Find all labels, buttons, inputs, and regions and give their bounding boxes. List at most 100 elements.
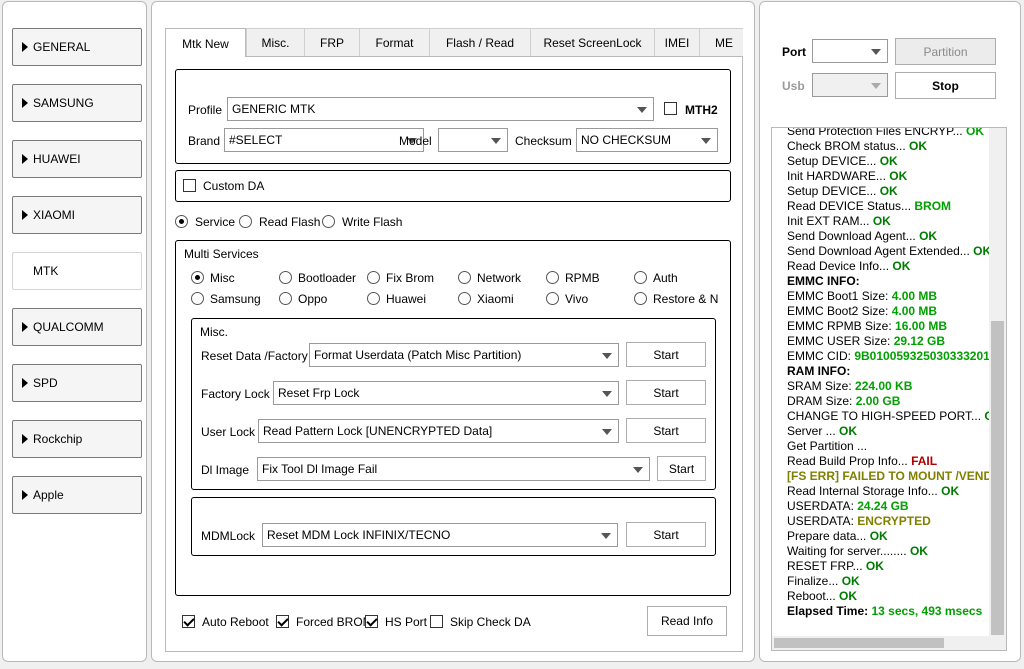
log-status: 16.00 MB [895,319,948,333]
log-line: Server ... OK [787,424,992,439]
tab-me[interactable]: ME [699,28,743,57]
service-radio-auth[interactable] [634,271,647,284]
service-radio-oppo[interactable] [279,292,292,305]
log-status: ENCRYPTED [857,514,931,528]
nav-item-apple[interactable]: Apple [12,476,142,514]
nav-item-general[interactable]: GENERAL [12,28,142,66]
misc-row-select[interactable]: Reset Frp Lock [273,381,619,405]
multi-services-title: Multi Services [184,247,259,261]
nav-item-qualcomm[interactable]: QUALCOMM [12,308,142,346]
option-checkbox-skip-check-da[interactable] [430,615,443,628]
nav-item-label: XIAOMI [33,208,76,222]
option-checkbox-auto-reboot[interactable] [182,615,195,628]
misc-row-start-button[interactable]: Start [626,380,706,405]
chevron-down-icon [491,138,501,144]
nav-item-label: SAMSUNG [33,96,94,110]
custom-da-checkbox[interactable] [183,179,196,192]
custom-da-group: Custom DA [175,170,731,202]
nav-item-rockchip[interactable]: Rockchip [12,420,142,458]
service-radio-samsung[interactable] [191,292,204,305]
log-horizontal-scrollbar[interactable] [772,636,991,650]
mode-radio-write-flash[interactable] [322,215,335,228]
service-radio-rpmb[interactable] [546,271,559,284]
log-line: Read Build Prop Info... FAIL [787,454,992,469]
nav-item-huawei[interactable]: HUAWEI [12,140,142,178]
mdm-select[interactable]: Reset MDM Lock INFINIX/TECNO [262,523,618,547]
log-output[interactable]: Send Protection Files ENCRYP... OK Check … [771,127,1007,651]
tab-imei[interactable]: IMEI [654,28,700,57]
partition-button[interactable]: Partition [895,38,996,65]
profile-label: Profile [188,103,223,117]
port-select[interactable] [812,39,888,63]
log-status: FAIL [911,454,938,468]
log-text: RAM INFO: [787,364,851,378]
option-checkbox-hs-port[interactable] [365,615,378,628]
service-radio-vivo[interactable] [546,292,559,305]
mth2-label: MTH2 [685,103,718,117]
service-radio-xiaomi[interactable] [458,292,471,305]
log-status: OK [919,229,938,243]
stop-button[interactable]: Stop [895,72,996,99]
tab-format[interactable]: Format [359,28,430,57]
log-hscroll-thumb[interactable] [774,638,944,648]
usb-select[interactable] [812,73,888,97]
tab-misc-[interactable]: Misc. [246,28,305,57]
log-scroll-thumb[interactable] [991,321,1004,635]
nav-item-samsung[interactable]: SAMSUNG [12,84,142,122]
model-select[interactable] [438,128,508,152]
mdm-start-button[interactable]: Start [626,522,706,547]
service-label: Vivo [565,292,589,306]
service-radio-bootloader[interactable] [279,271,292,284]
brand-select[interactable]: #SELECT [224,128,424,152]
log-status: OK [839,424,858,438]
checksum-label: Checksum [515,134,572,148]
option-checkbox-forced-brom[interactable] [276,615,289,628]
misc-row-select[interactable]: Format Userdata (Patch Misc Partition) [309,343,619,367]
service-radio-misc[interactable] [191,271,204,284]
profile-select[interactable]: GENERIC MTK [227,97,654,121]
misc-row-label: Factory Lock [201,387,270,401]
nav-item-label: HUAWEI [33,152,81,166]
nav-item-label: GENERAL [33,40,91,54]
log-status: 2.00 GB [855,394,901,408]
service-radio-fix-brom[interactable] [367,271,380,284]
misc-row-select[interactable]: Read Pattern Lock [UNENCRYPTED Data] [258,419,619,443]
log-status: 13 secs, 493 msecs [871,604,983,618]
log-text: SRAM Size: [787,379,856,393]
nav-item-mtk[interactable]: MTK [12,252,142,290]
service-radio-restore-n[interactable] [634,292,647,305]
service-radio-network[interactable] [458,271,471,284]
log-line: Waiting for server........ OK [787,544,992,559]
tab-flash-read[interactable]: Flash / Read [429,28,531,57]
log-line: Send Download Agent... OK [787,229,992,244]
log-line: [FS ERR] FAILED TO MOUNT /VENDOR [787,469,992,484]
tab-frp[interactable]: FRP [304,28,360,57]
nav-item-spd[interactable]: SPD [12,364,142,402]
checksum-select[interactable]: NO CHECKSUM [576,128,718,152]
log-line: Check BROM status... OK [787,139,992,154]
play-arrow-icon [22,378,28,388]
read-info-button[interactable]: Read Info [647,606,727,636]
log-status: 224.00 KB [855,379,913,393]
misc-row-start-button[interactable]: Start [626,342,706,367]
misc-row-start-button[interactable]: Start [626,418,706,443]
log-text: Read Internal Storage Info... [787,484,942,498]
misc-row-start-button[interactable]: Start [657,456,706,481]
nav-item-label: Apple [33,488,64,502]
mode-radio-service[interactable] [175,215,188,228]
service-radio-huawei[interactable] [367,292,380,305]
service-label: Huawei [386,292,427,306]
misc-row-select[interactable]: Fix Tool Dl Image Fail [257,457,650,481]
log-text: Init EXT RAM... [787,214,873,228]
nav-item-xiaomi[interactable]: XIAOMI [12,196,142,234]
tab-mtk-new[interactable]: Mtk New [165,28,246,57]
log-text: Check BROM status... [787,139,910,153]
service-label: Auth [653,271,678,285]
tab-reset-screenlock[interactable]: Reset ScreenLock [530,28,655,57]
mode-radio-read-flash[interactable] [239,215,252,228]
main-panel: Mtk New Misc. FRP Format Flash / Read Reset S… [151,1,755,662]
log-line: Elapsed Time: 13 secs, 493 msecs [787,604,992,619]
mth2-checkbox[interactable] [664,102,677,115]
checksum-value: NO CHECKSUM [581,133,672,147]
log-vertical-scrollbar[interactable] [989,128,1006,650]
